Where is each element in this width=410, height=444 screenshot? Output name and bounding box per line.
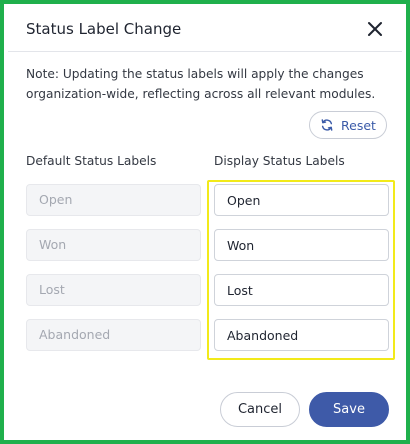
cancel-button[interactable]: Cancel [220, 392, 300, 427]
default-label-abandoned: Abandoned [26, 319, 201, 351]
reset-button[interactable]: Reset [309, 111, 387, 139]
display-label-input-abandoned[interactable] [214, 319, 389, 351]
info-note: Note: Updating the status labels will ap… [26, 67, 376, 101]
display-labels-header: Display Status Labels [214, 154, 345, 168]
display-label-input-open[interactable] [214, 184, 389, 216]
default-labels-header: Default Status Labels [26, 154, 157, 168]
default-label-won: Won [26, 229, 201, 261]
default-label-open: Open [26, 184, 201, 216]
display-label-input-won[interactable] [214, 229, 389, 261]
close-button[interactable] [364, 18, 386, 40]
close-icon [368, 22, 382, 36]
save-button[interactable]: Save [309, 392, 389, 427]
display-label-input-lost[interactable] [214, 274, 389, 306]
dialog-frame: Status Label Change Note: Updating the s… [0, 0, 410, 444]
default-label-lost: Lost [26, 274, 201, 306]
refresh-icon [321, 119, 333, 131]
dialog-header: Status Label Change [8, 8, 402, 52]
dialog-title: Status Label Change [26, 20, 182, 38]
reset-label: Reset [341, 117, 376, 133]
